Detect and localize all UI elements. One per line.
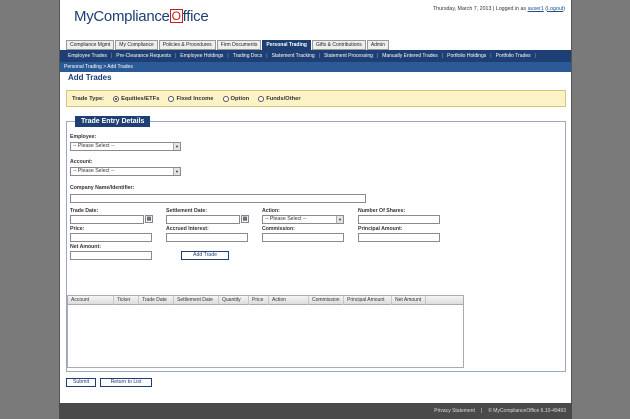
tab-gifts-contributions[interactable]: Gifts & Contributions [311,40,366,50]
net-amount-label: Net Amount: [70,244,101,250]
return-to-list-button[interactable]: Return to List [100,378,152,387]
account-label: Account: [70,159,93,165]
subnav-portfolio-holdings[interactable]: Portfolio Holdings [443,53,490,59]
chevron-down-icon: ▼ [173,168,180,175]
commission-input[interactable] [262,233,344,242]
accrued-interest-label: Accrued Interest: [166,226,209,232]
trades-grid-header: Account Ticker Trade Date Settlement Dat… [68,296,463,305]
settlement-date-label: Settlement Date: [166,208,207,214]
trade-entry-legend: Trade Entry Details [75,116,151,127]
col-action[interactable]: Action [269,296,309,305]
subnav-employee-holdings[interactable]: Employee Holdings [176,53,227,59]
radio-funds-other[interactable]: Funds/Other [258,95,301,102]
chevron-down-icon: ▼ [336,216,343,223]
sub-navigation: Employee Trades | Pre-Clearance Requests |… [60,50,571,62]
subnav-employee-trades[interactable]: Employee Trades [64,53,111,59]
tab-admin[interactable]: Admin [366,40,389,50]
subnav-manually-entered-trades[interactable]: Manually Entered Trades [378,53,442,59]
chevron-down-icon: ▼ [173,143,180,150]
subnav-statement-processing[interactable]: Statement Processing [320,53,377,59]
radio-option[interactable]: Option [222,95,249,102]
col-quantity[interactable]: Quantity [219,296,249,305]
privacy-link[interactable]: Privacy Statement [434,408,475,414]
accrued-interest-input[interactable] [166,233,248,242]
action-select[interactable]: -- Please Select -- ▼ [262,215,344,224]
shares-label: Number Of Shares: [358,208,406,214]
radio-icon [222,95,229,102]
trade-type-label: Trade Type: [72,95,105,102]
subnav-statement-tracking[interactable]: Statement Tracking [268,53,319,59]
company-input[interactable] [70,194,366,203]
tab-compliance-mgmt[interactable]: Compliance Mgmt [66,40,115,50]
col-account[interactable]: Account [68,296,114,305]
logo-o-mark: O [169,9,183,23]
trade-date-label: Trade Date: [70,208,99,214]
company-label: Company Name/Identifier: [70,185,135,191]
tab-policies-procedures[interactable]: Policies & Procedures [158,40,216,50]
footer: Privacy Statement | © MyComplianceOffice… [59,403,572,419]
logo: MyCompliance Office [74,8,209,25]
principal-amount-label: Principal Amount: [358,226,403,232]
employee-label: Employee: [70,134,97,140]
tab-firm-documents[interactable]: Firm Documents [216,40,262,50]
page: MyCompliance Office Thursday, March 7, 20… [59,0,572,403]
breadcrumb-current: Add Trades [107,64,133,70]
employee-select[interactable]: -- Please Select -- ▼ [70,142,181,151]
col-principal-amount[interactable]: Principal Amount [344,296,392,305]
radio-icon [258,95,265,102]
page-title: Add Trades [68,73,112,82]
shares-input[interactable] [358,215,440,224]
action-label: Action: [262,208,280,214]
radio-equities-etfs[interactable]: Equities/ETFs [113,95,159,102]
logout-link[interactable]: Logout [547,6,563,12]
subnav-portfolio-trades[interactable]: Portfolio Trades [492,53,535,59]
tab-personal-trading[interactable]: Personal Trading [262,40,311,50]
username-link[interactable]: auser1 [528,6,544,12]
tab-my-compliance[interactable]: My Compliance [115,40,158,50]
radio-selected-icon [113,95,120,102]
main-tabs: Compliance Mgmt My Compliance Policies &… [66,40,389,50]
settlement-date-input[interactable] [166,215,240,224]
radio-fixed-income[interactable]: Fixed Income [168,95,214,102]
net-amount-input[interactable] [70,251,152,260]
subnav-pre-clearance-requests[interactable]: Pre-Clearance Requests [112,53,175,59]
trade-type-bar: Trade Type: Equities/ETFs Fixed Income O… [66,90,566,107]
col-net-amount[interactable]: Net Amount [392,296,426,305]
col-price[interactable]: Price [249,296,269,305]
user-info: Thursday, March 7, 2013 | Logged in as a… [432,6,565,12]
calendar-icon[interactable]: ▦ [241,215,249,223]
submit-button[interactable]: Submit [66,378,96,387]
trades-grid: Account Ticker Trade Date Settlement Dat… [67,295,464,368]
principal-amount-input[interactable] [358,233,440,242]
breadcrumb: Personal Trading > Add Trades [60,62,571,72]
col-trade-date[interactable]: Trade Date [139,296,174,305]
account-select[interactable]: -- Please Select -- ▼ [70,167,181,176]
trade-date-input[interactable] [70,215,144,224]
copyright: © MyComplianceOffice 6.10-49493 [488,408,566,414]
subnav-trading-docs[interactable]: Trading Docs [229,53,267,59]
add-trade-button[interactable]: Add Trade [181,251,229,260]
radio-icon [168,95,175,102]
current-date: Thursday, March 7, 2013 [432,6,492,12]
price-label: Price: [70,226,85,232]
col-settlement-date[interactable]: Settlement Date [174,296,219,305]
calendar-icon[interactable]: ▦ [145,215,153,223]
breadcrumb-parent[interactable]: Personal Trading [64,64,102,70]
col-ticker[interactable]: Ticker [114,296,139,305]
col-commission[interactable]: Commission [309,296,344,305]
price-input[interactable] [70,233,152,242]
commission-label: Commission: [262,226,295,232]
